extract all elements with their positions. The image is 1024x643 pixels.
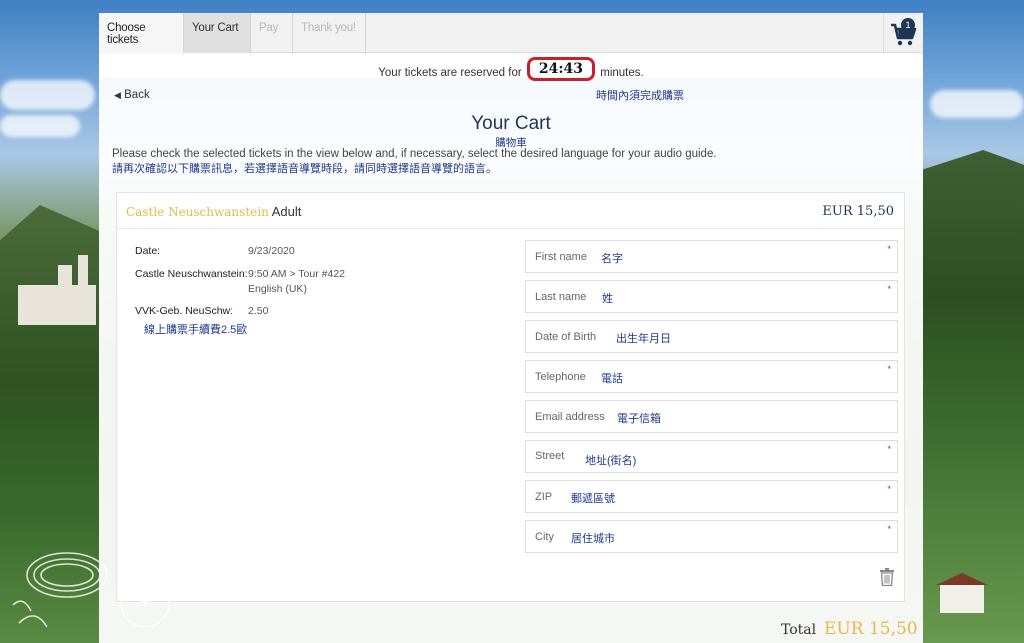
checkout-panel: Choose tickets Your Cart Pay Thank you! … (99, 13, 923, 643)
email-hint-cn: 電子信箱 (617, 413, 661, 425)
city-hint-cn: 居住城市 (571, 533, 615, 545)
background-cloud (0, 115, 80, 137)
telephone-hint-cn: 電話 (601, 373, 623, 385)
cart-count-badge: 1 (901, 18, 915, 32)
email-label: Email address (535, 411, 605, 423)
city-label: City (535, 531, 554, 543)
time-limit-note-cn: 時間內須完成購票 (596, 90, 684, 102)
ticket-header: Castle Neuschwanstein Adult EUR 15,50 (117, 193, 904, 229)
step-thank-you: Thank you! (293, 13, 366, 53)
ticket-price: EUR 15,50 (822, 204, 894, 219)
ticket-name: Castle Neuschwanstein Adult (126, 204, 301, 219)
total-value: EUR 15,50 (824, 619, 918, 639)
ticket-type: Adult (271, 204, 302, 219)
cart-button[interactable]: 1 (883, 13, 923, 53)
step-pay: Pay (251, 13, 293, 53)
reservation-suffix: minutes. (600, 67, 644, 79)
email-field[interactable]: Email address 電子信箱 (525, 400, 898, 433)
castle-tour-value: 9:50 AM > Tour #422 (248, 268, 346, 280)
background-cloud (0, 80, 95, 110)
back-link-label: Back (124, 89, 150, 101)
first-name-label: First name (535, 251, 587, 263)
fee-value: 2.50 (248, 305, 269, 317)
reservation-timer: 24:43 (526, 57, 596, 81)
ticket-card: Castle Neuschwanstein Adult EUR 15,50 Da… (116, 192, 905, 602)
fee-label: VVK-Geb. NeuSchw: (135, 305, 234, 317)
street-label: Street (535, 450, 565, 462)
reservation-prefix: Your tickets are reserved for (378, 67, 522, 79)
required-marker: * (887, 444, 891, 454)
back-link[interactable]: ◀ Back (114, 89, 150, 101)
tour-language: English (UK) (248, 283, 307, 295)
date-of-birth-field[interactable]: Date of Birth 出生年月日 (525, 320, 898, 353)
ticket-place: Castle Neuschwanstein (126, 205, 269, 219)
last-name-hint-cn: 姓 (602, 293, 613, 305)
checkout-steps: Choose tickets Your Cart Pay Thank you! … (99, 13, 923, 53)
city-field[interactable]: City 居住城市 * (525, 520, 898, 553)
castle-label: Castle Neuschwanstein: (135, 268, 248, 280)
step-choose-tickets[interactable]: Choose tickets (99, 13, 184, 53)
trash-icon[interactable] (879, 568, 895, 586)
zip-hint-cn: 郵遞區號 (571, 493, 615, 505)
date-value: 9/23/2020 (248, 245, 295, 257)
telephone-field[interactable]: Telephone 電話 * (525, 360, 898, 393)
required-marker: * (887, 244, 891, 254)
intro-text: Please check the selected tickets in the… (112, 148, 717, 160)
reservation-notice: Your tickets are reserved for 24:43 minu… (99, 54, 923, 81)
watermark-logo (12, 552, 170, 628)
step-your-cart[interactable]: Your Cart (184, 13, 251, 53)
page-title: Your Cart (471, 113, 551, 134)
intro-text-cn: 請再次確認以下購票訊息，若選擇語音導覽時段，請同時選擇語音導覽的語言。 (112, 163, 497, 175)
required-marker: * (887, 484, 891, 494)
date-of-birth-label: Date of Birth (535, 331, 597, 343)
street-field[interactable]: Street 地址(街名) * (525, 440, 898, 473)
total-label: Total (781, 622, 817, 638)
fee-note-cn: 線上購票手續費2.5歐 (144, 324, 248, 336)
zip-field[interactable]: ZIP 郵遞區號 * (525, 480, 898, 513)
first-name-hint-cn: 名字 (601, 253, 623, 265)
background-house (936, 573, 988, 613)
street-hint-cn: 地址(街名) (585, 455, 637, 467)
last-name-field[interactable]: Last name 姓 * (525, 280, 898, 313)
background-castle (18, 255, 96, 325)
background-cloud (930, 90, 1024, 118)
last-name-label: Last name (535, 291, 587, 303)
date-of-birth-hint-cn: 出生年月日 (616, 333, 671, 345)
required-marker: * (887, 284, 891, 294)
first-name-field[interactable]: First name 名字 * (525, 240, 898, 273)
required-marker: * (887, 524, 891, 534)
background-mountain (922, 150, 1024, 643)
telephone-label: Telephone (535, 371, 586, 383)
zip-label: ZIP (535, 491, 553, 503)
required-marker: * (887, 364, 891, 374)
date-label: Date: (135, 245, 161, 257)
chevron-left-icon: ◀ (114, 90, 121, 100)
